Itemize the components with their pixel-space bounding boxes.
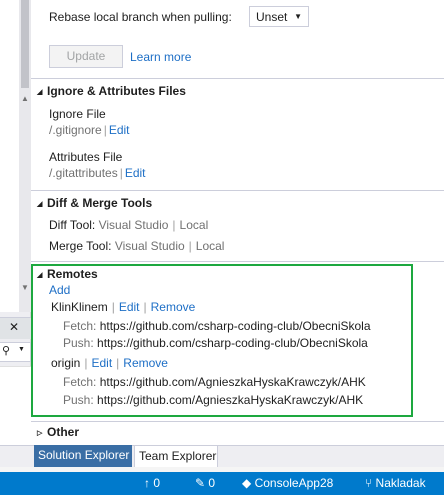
- separator: |: [188, 239, 192, 253]
- scroll-up-arrow-icon[interactable]: ▲: [21, 94, 29, 104]
- merge-tool-value[interactable]: Visual Studio: [115, 239, 185, 253]
- tab-team-explorer[interactable]: Team Explorer: [134, 445, 218, 467]
- ignore-attributes-header[interactable]: ◢ Ignore & Attributes Files: [37, 84, 186, 98]
- diff-tool-label: Diff Tool:: [49, 218, 96, 232]
- diff-tool-value[interactable]: Visual Studio: [99, 218, 169, 232]
- status-push-count[interactable]: ↑ 0: [144, 476, 160, 490]
- tab-solution-explorer[interactable]: Solution Explorer: [34, 445, 132, 467]
- diff-tool-local[interactable]: Local: [180, 218, 209, 232]
- divider: [31, 421, 444, 422]
- remotes-highlight-box: [31, 264, 413, 417]
- arrow-up-icon: ↑: [144, 476, 150, 490]
- pencil-icon: ✎: [195, 476, 206, 490]
- ignore-file-path: /.gitignore: [49, 123, 102, 137]
- diff-tool-row: Diff Tool: Visual Studio | Local: [49, 218, 208, 232]
- push-count-value: 0: [153, 476, 161, 490]
- rebase-dropdown[interactable]: Unset ▼: [249, 6, 309, 27]
- chevron-down-icon[interactable]: ▼: [18, 346, 25, 353]
- project-name: ConsoleApp28: [254, 476, 334, 490]
- separator: |: [119, 166, 123, 180]
- status-branch[interactable]: ⑂ Nakladak: [365, 476, 426, 490]
- section-title: Other: [47, 425, 80, 439]
- status-changes-count[interactable]: ✎ 0: [195, 476, 215, 490]
- attributes-edit-link[interactable]: Edit: [125, 166, 146, 180]
- divider: [31, 78, 444, 79]
- left-list-area: [0, 366, 31, 445]
- scroll-down-arrow-icon[interactable]: ▼: [21, 283, 29, 293]
- section-title: Ignore & Attributes Files: [47, 84, 186, 98]
- rebase-dropdown-value: Unset: [256, 10, 288, 24]
- expand-triangle-icon: ▷: [37, 430, 43, 437]
- status-project[interactable]: ◆ ConsoleApp28: [242, 476, 333, 490]
- branch-icon: ⑂: [365, 476, 373, 490]
- diamond-icon: ◆: [242, 476, 252, 490]
- divider: [31, 190, 444, 191]
- separator: |: [172, 218, 176, 232]
- rebase-label: Rebase local branch when pulling:: [49, 10, 232, 24]
- diff-merge-header[interactable]: ◢ Diff & Merge Tools: [37, 196, 152, 210]
- repo-name: Nakladak: [375, 476, 426, 490]
- search-icon[interactable]: ⚲: [2, 344, 10, 357]
- merge-tool-local[interactable]: Local: [196, 239, 225, 253]
- update-button[interactable]: Update: [49, 45, 123, 68]
- attributes-file-path: /.gitattributes: [49, 166, 118, 180]
- chevron-down-icon: ▼: [294, 12, 302, 21]
- close-icon[interactable]: ✕: [9, 320, 19, 334]
- merge-tool-row: Merge Tool: Visual Studio | Local: [49, 239, 224, 253]
- scrollbar-thumb[interactable]: [21, 0, 29, 88]
- merge-tool-label: Merge Tool:: [49, 239, 112, 253]
- attributes-file-label: Attributes File: [49, 150, 123, 164]
- attributes-file-row: /.gitattributes | Edit: [49, 166, 146, 180]
- ignore-file-row: /.gitignore | Edit: [49, 123, 130, 137]
- collapse-triangle-icon: ◢: [37, 201, 43, 208]
- changes-count-value: 0: [208, 476, 216, 490]
- ignore-edit-link[interactable]: Edit: [109, 123, 130, 137]
- divider: [31, 261, 444, 262]
- collapse-triangle-icon: ◢: [37, 89, 43, 96]
- learn-more-link[interactable]: Learn more: [130, 50, 191, 64]
- section-title: Diff & Merge Tools: [47, 196, 153, 210]
- separator: |: [103, 123, 107, 137]
- other-header[interactable]: ▷ Other: [37, 425, 79, 439]
- left-vertical-scrollbar[interactable]: ▲ ▼: [19, 0, 31, 312]
- left-pane-content: ▲ ▼: [0, 0, 31, 312]
- ignore-file-label: Ignore File: [49, 107, 106, 121]
